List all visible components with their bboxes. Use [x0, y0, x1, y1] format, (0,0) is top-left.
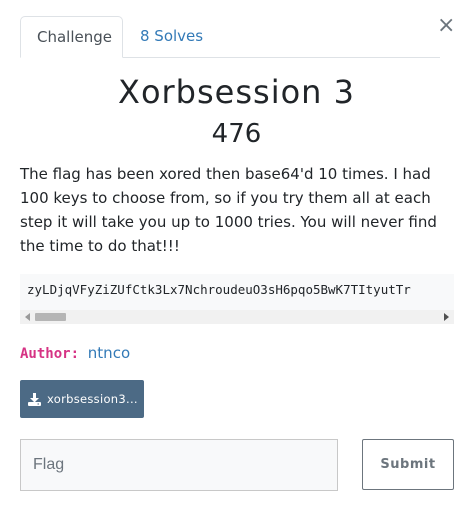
- tab-bar: Challenge 8 Solves: [20, 16, 440, 58]
- download-file-button[interactable]: xorbsession3...: [20, 380, 144, 418]
- challenge-points: 476: [211, 119, 262, 149]
- scroll-left-arrow-icon[interactable]: [25, 313, 30, 321]
- author-line: Author: ntnco: [20, 342, 130, 365]
- download-icon: [28, 392, 41, 406]
- tab-solves[interactable]: 8 Solves: [124, 16, 219, 57]
- challenge-title: Xorbsession 3: [118, 73, 355, 111]
- scrollbar-thumb[interactable]: [35, 313, 66, 321]
- author-name: ntnco: [87, 344, 131, 362]
- file-label: xorbsession3...: [47, 392, 138, 406]
- flag-input[interactable]: [20, 439, 338, 491]
- scroll-right-arrow-icon[interactable]: [444, 313, 449, 321]
- tab-challenge[interactable]: Challenge: [20, 16, 123, 58]
- code-block: zyLDjqVFyZiZUfCtk3Lx7NchroudeuO3sH6pqo5B…: [20, 274, 454, 324]
- challenge-description: The flag has been xored then base64'd 10…: [20, 165, 437, 255]
- code-text: zyLDjqVFyZiZUfCtk3Lx7NchroudeuO3sH6pqo5B…: [27, 282, 411, 297]
- horizontal-scrollbar[interactable]: [20, 310, 454, 324]
- submit-button[interactable]: Submit: [362, 439, 454, 490]
- author-label: Author:: [20, 346, 80, 362]
